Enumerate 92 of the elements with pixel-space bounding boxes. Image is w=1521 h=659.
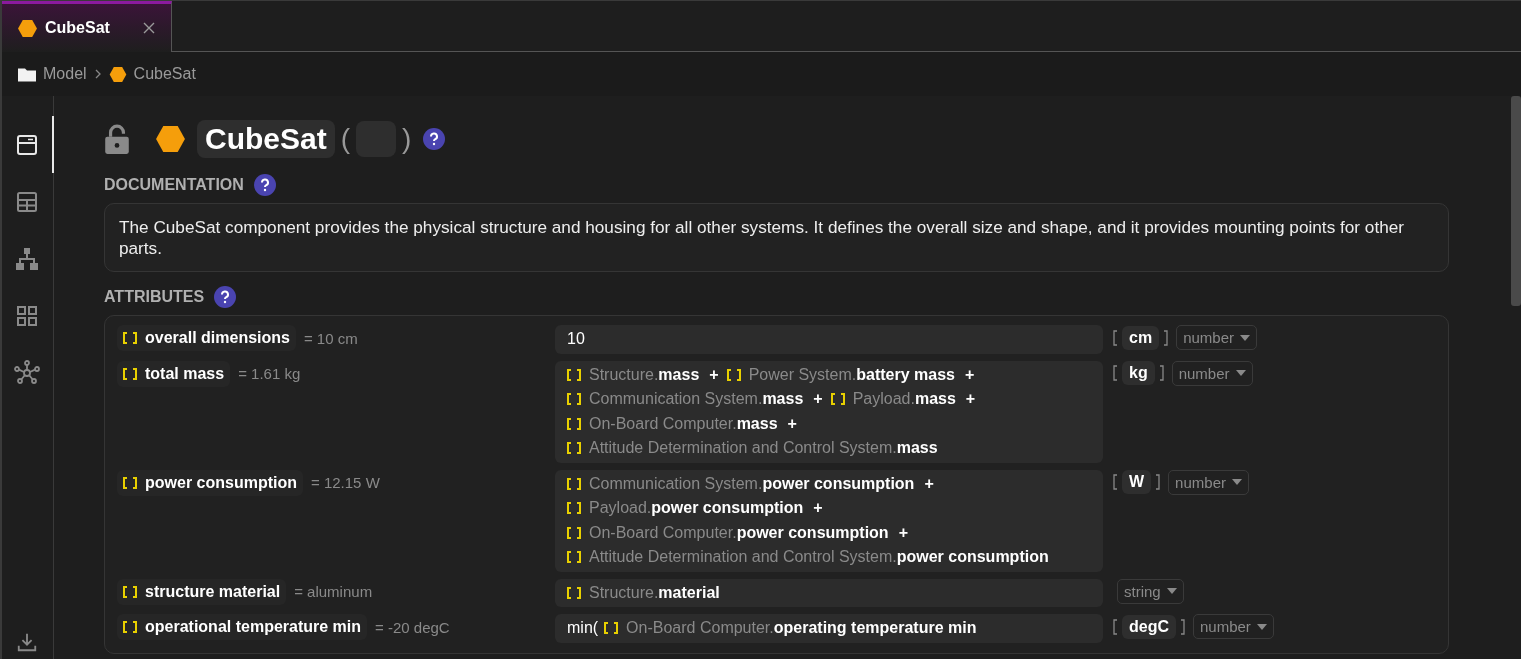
attribute-chip[interactable]: total mass xyxy=(117,360,231,387)
attribute-name: total mass xyxy=(145,364,225,383)
brackets-icon xyxy=(567,477,581,490)
attribute-value: = 12.15 W xyxy=(311,474,380,491)
attribute-reference[interactable]: On-Board Computer.power consumption xyxy=(589,523,889,541)
bracket-icon xyxy=(1158,365,1164,381)
attribute-value: = -20 degC xyxy=(375,618,450,636)
close-icon[interactable] xyxy=(143,22,155,34)
paren-text: ) xyxy=(402,123,412,155)
hexagon-icon xyxy=(156,126,185,152)
attribute-chip[interactable]: overall dimensions xyxy=(117,325,296,351)
brackets-icon xyxy=(567,417,581,430)
type-dropdown[interactable]: number xyxy=(1193,614,1274,639)
caret-icon xyxy=(1235,370,1246,376)
formula-field[interactable]: Communication System.power consumption + Payload.power consumption + On-Board Computer.power consumption + Attitude Determination and Control System.power consumption xyxy=(555,469,1103,572)
attribute-reference[interactable]: Structure.material xyxy=(589,583,720,601)
hexagon-icon xyxy=(18,19,37,37)
attribute-reference[interactable]: Attitude Determination and Control System.mass xyxy=(589,439,938,456)
attribute-reference[interactable]: On-Board Computer.operating temperature min xyxy=(626,619,977,636)
breadcrumb-link[interactable]: Model xyxy=(43,65,87,83)
formula-field[interactable]: min( On-Board Computer.operating temperature min xyxy=(555,614,1103,643)
brackets-icon xyxy=(123,585,137,598)
attribute-reference[interactable]: On-Board Computer.mass xyxy=(589,414,778,432)
unit-field[interactable]: degC xyxy=(1122,614,1176,639)
attribute-reference[interactable]: Communication System.mass xyxy=(589,390,804,407)
brackets-icon xyxy=(567,368,581,381)
folder-icon xyxy=(18,66,36,82)
bracket-icon xyxy=(1163,329,1169,346)
formula-field[interactable]: Structure.material xyxy=(555,578,1103,607)
unit-field[interactable]: kg xyxy=(1122,361,1155,385)
caret-icon xyxy=(1256,623,1267,630)
lock-icon[interactable] xyxy=(104,124,130,154)
type-dropdown[interactable]: number xyxy=(1168,469,1249,495)
brackets-icon xyxy=(123,367,137,380)
attribute-chip[interactable]: power consumption xyxy=(117,469,303,496)
brackets-icon xyxy=(604,622,619,634)
type-dropdown[interactable]: number xyxy=(1171,360,1253,386)
unit-field[interactable]: cm xyxy=(1122,325,1160,350)
attribute-reference[interactable]: Payload.power consumption xyxy=(589,499,804,516)
brackets-icon xyxy=(726,368,741,381)
attribute-chip[interactable]: operational temperature min xyxy=(117,614,368,640)
brackets-icon xyxy=(567,586,581,599)
brackets-icon xyxy=(123,476,137,489)
brackets-icon xyxy=(567,502,581,514)
attribute-chip[interactable]: structure material xyxy=(117,578,287,605)
bracket-icon xyxy=(1155,474,1161,490)
attribute-value: = aluminum xyxy=(294,583,373,600)
attribute-value: = 1.61 kg xyxy=(238,365,301,382)
attribute-value: = 10 cm xyxy=(303,329,358,347)
hexagon-icon xyxy=(108,66,127,82)
chevron-icon xyxy=(93,69,102,79)
caret-icon xyxy=(1231,479,1242,485)
bracket-icon xyxy=(1113,618,1118,635)
breadcrumb-link[interactable]: CubeSat xyxy=(133,65,196,83)
bracket-icon xyxy=(1113,365,1118,381)
attribute-reference[interactable]: Structure.mass xyxy=(589,365,700,383)
help-icon[interactable] xyxy=(423,128,446,150)
element-name[interactable]: CubeSat xyxy=(197,120,335,158)
documentation-field[interactable]: The CubeSat component provides the physical structure and housing for all other systems. It defines the overall size and shape, and it provides mounting points for other parts. xyxy=(104,203,1449,272)
attribute-name: structure material xyxy=(145,582,281,601)
type-dropdown[interactable]: number xyxy=(1176,325,1257,350)
brackets-icon xyxy=(830,393,845,405)
bracket-icon xyxy=(1180,618,1185,635)
brackets-icon xyxy=(123,332,137,344)
brackets-icon xyxy=(123,621,137,633)
attribute-name: power consumption xyxy=(145,473,297,492)
unit-field[interactable]: W xyxy=(1122,470,1152,494)
bracket-icon xyxy=(1113,474,1118,490)
attribute-reference[interactable]: Attitude Determination and Control System.power consumption xyxy=(589,548,1049,565)
brackets-icon xyxy=(567,526,581,539)
section-heading: DOCUMENTATION xyxy=(104,176,244,194)
section-heading: ATTRIBUTES xyxy=(104,288,205,306)
attribute-reference[interactable]: Payload.mass xyxy=(852,390,956,407)
brackets-icon xyxy=(567,551,581,563)
formula-field[interactable]: Structure.mass + Power System.battery mass + Communication System.mass + Payload.mass + On-Board Computer.mass + Attitude Determination and Control System.mass xyxy=(555,360,1103,463)
editor-tab[interactable]: CubeSat xyxy=(2,1,172,52)
caret-icon xyxy=(1166,588,1177,594)
download-icon[interactable] xyxy=(16,631,38,653)
help-icon[interactable] xyxy=(214,286,237,308)
scrollbar-thumb[interactable] xyxy=(1511,96,1521,306)
formula-field[interactable]: 10 xyxy=(555,325,1103,354)
attribute-reference[interactable]: Power System.battery mass xyxy=(748,365,955,383)
attribute-reference[interactable]: Communication System.power consumption xyxy=(589,474,915,492)
brackets-icon xyxy=(567,393,581,405)
brackets-icon xyxy=(567,442,581,454)
caret-icon xyxy=(1240,334,1250,341)
attribute-name: overall dimensions xyxy=(145,329,290,347)
paren-text: ( xyxy=(340,123,350,155)
help-icon[interactable] xyxy=(253,174,276,196)
type-dropdown[interactable]: string xyxy=(1117,578,1184,604)
bracket-icon xyxy=(1113,329,1118,346)
attribute-name: operational temperature min xyxy=(145,618,362,636)
